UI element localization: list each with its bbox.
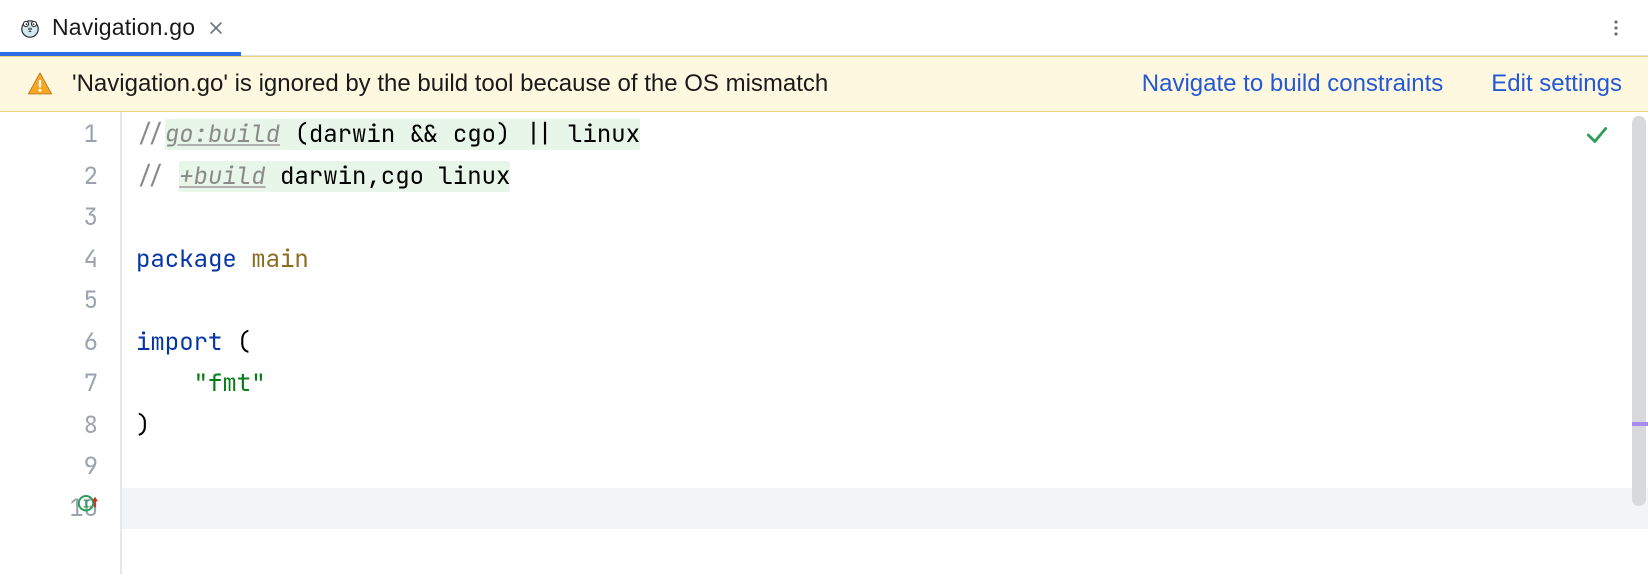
line-number: 8 xyxy=(0,405,98,447)
gutter: 1 2 3 4 5 6 7 8 9 10 I xyxy=(0,112,120,574)
tab-label: Navigation.go xyxy=(52,14,195,41)
line-number: 7 xyxy=(0,363,98,405)
more-options-icon[interactable] xyxy=(1596,8,1636,48)
line-number: 2 xyxy=(0,156,98,198)
code-text: ) xyxy=(136,410,150,441)
code-text: ( xyxy=(222,327,251,358)
line-number: 9 xyxy=(0,446,98,488)
line-number: 4 xyxy=(0,239,98,281)
edit-settings-link[interactable]: Edit settings xyxy=(1491,70,1622,98)
tab-navigation-go[interactable]: Navigation.go xyxy=(0,0,241,55)
code-text: // xyxy=(136,119,165,150)
close-icon[interactable] xyxy=(207,19,225,37)
code-area[interactable]: //go:build (darwin && cgo) || linux // +… xyxy=(122,112,1648,574)
code-text: package xyxy=(136,244,237,275)
svg-text:I: I xyxy=(83,498,90,511)
implements-gutter-icon[interactable]: I xyxy=(76,488,100,530)
code-text: main xyxy=(237,244,309,275)
code-text: +build xyxy=(179,161,265,192)
line-number: 1 xyxy=(0,114,98,156)
scrollbar-thumb[interactable] xyxy=(1632,116,1646,506)
tab-bar: Navigation.go xyxy=(0,0,1648,56)
code-text: "fmt" xyxy=(194,368,266,399)
code-text: import xyxy=(136,327,222,358)
line-number: 5 xyxy=(0,280,98,322)
line-number: 10 I xyxy=(0,488,98,530)
inspection-ok-icon[interactable] xyxy=(1584,120,1610,162)
code-text: darwin,cgo linux xyxy=(266,161,511,192)
code-text: // xyxy=(136,161,179,192)
code-text: (darwin && cgo) || linux xyxy=(280,119,640,150)
line-number: 6 xyxy=(0,322,98,364)
code-text xyxy=(136,368,194,399)
scrollbar-track[interactable] xyxy=(1630,112,1648,572)
notification-message: 'Navigation.go' is ignored by the build … xyxy=(72,70,1094,98)
line-number: 3 xyxy=(0,197,98,239)
notification-bar: 'Navigation.go' is ignored by the build … xyxy=(0,56,1648,112)
scrollbar-marker xyxy=(1632,422,1648,426)
code-text: go:build xyxy=(165,119,280,150)
scrollbar-rail xyxy=(1626,112,1648,574)
navigate-build-constraints-link[interactable]: Navigate to build constraints xyxy=(1142,70,1444,98)
go-file-icon xyxy=(18,16,42,40)
warning-icon xyxy=(26,70,54,98)
code-editor[interactable]: 1 2 3 4 5 6 7 8 9 10 I xyxy=(0,112,1648,574)
